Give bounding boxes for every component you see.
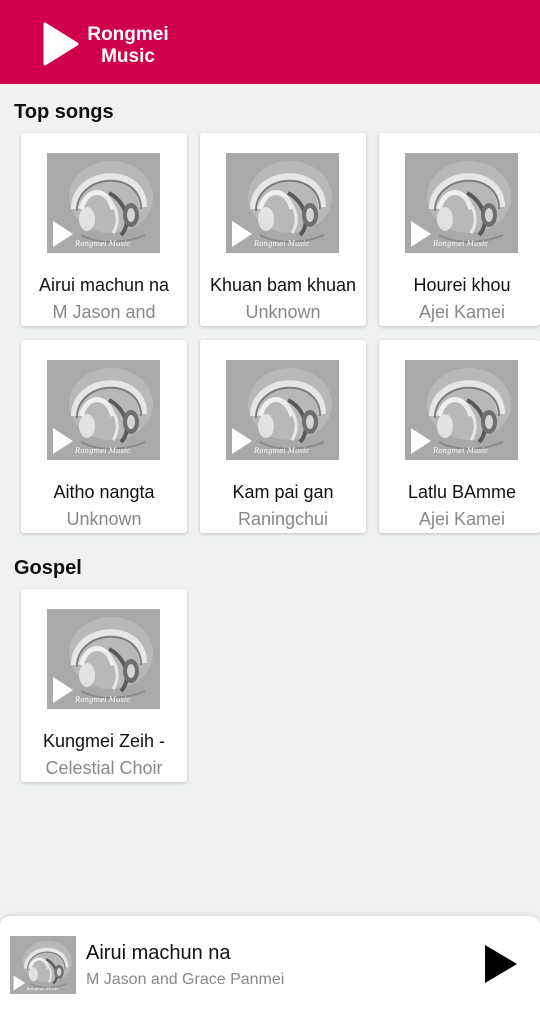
song-title: Airui machun na — [38, 275, 170, 295]
thumb-watermark: Rongmei Music — [253, 447, 309, 455]
app-title-line2: Music — [101, 46, 155, 67]
song-card[interactable]: Rongmei Music Airui machun na M Jason an… — [21, 133, 187, 326]
headphones-icon: Rongmei Music — [47, 609, 160, 709]
section-title-gospel: Gospel — [14, 557, 82, 579]
thumb-watermark: Rongmei Music — [432, 240, 488, 248]
song-title: Kam pai gan — [232, 482, 334, 502]
song-artist: Celestial Choir — [45, 758, 163, 778]
song-artist: Unknown — [245, 302, 321, 322]
section-title-top-songs: Top songs — [14, 101, 114, 123]
song-artist: Ajei Kamei — [418, 302, 506, 322]
song-artist: Raningchui — [237, 509, 329, 529]
song-title: Aitho nangta — [53, 482, 155, 502]
headphones-icon: Rongmei Music — [226, 153, 339, 253]
play-icon[interactable] — [484, 944, 518, 984]
song-title: Khuan bam khuan — [209, 275, 357, 295]
song-title: Hourei khou — [413, 275, 511, 295]
app-title: Rongmei Music — [82, 24, 174, 68]
song-artist: M Jason and — [52, 302, 156, 322]
thumb-watermark: Rongmei Music — [74, 696, 130, 704]
headphones-icon: Rongmei Music — [47, 360, 160, 460]
headphones-icon: Rongmei Music — [405, 153, 518, 253]
headphones-icon: Rongmei Music — [10, 936, 76, 994]
now-playing-title: Airui machun na — [86, 942, 231, 964]
app-title-line1: Rongmei — [87, 24, 169, 45]
player-watermark: Rongmei Music — [25, 986, 59, 991]
thumb-watermark: Rongmei Music — [432, 447, 488, 455]
song-title: Latlu BAmme — [407, 482, 517, 502]
song-artist: Ajei Kamei — [418, 509, 506, 529]
song-card[interactable]: Rongmei Music Aitho nangta Unknown — [21, 340, 187, 533]
play-triangle-icon[interactable] — [43, 22, 79, 66]
app-bar: Rongmei Music — [0, 0, 540, 84]
song-card[interactable]: Rongmei Music Hourei khou Ajei Kamei — [379, 133, 540, 326]
headphones-icon: Rongmei Music — [47, 153, 160, 253]
headphones-icon: Rongmei Music — [226, 360, 339, 460]
headphones-icon: Rongmei Music — [405, 360, 518, 460]
song-card[interactable]: Rongmei Music Khuan bam khuan Unknown — [200, 133, 366, 326]
thumb-watermark: Rongmei Music — [253, 240, 309, 248]
thumb-watermark: Rongmei Music — [74, 240, 130, 248]
song-artist: Unknown — [66, 509, 142, 529]
song-card[interactable]: Rongmei Music Kam pai gan Raningchui — [200, 340, 366, 533]
song-card[interactable]: Rongmei Music Kungmei Zeih - Celestial C… — [21, 589, 187, 782]
thumb-watermark: Rongmei Music — [74, 447, 130, 455]
song-title: Kungmei Zeih - — [42, 731, 166, 751]
now-playing-artist: M Jason and Grace Panmei — [86, 971, 285, 988]
now-playing-bar[interactable]: Rongmei Music Airui machun na M Jason an… — [0, 916, 540, 1018]
song-card[interactable]: Rongmei Music Latlu BAmme Ajei Kamei — [379, 340, 540, 533]
